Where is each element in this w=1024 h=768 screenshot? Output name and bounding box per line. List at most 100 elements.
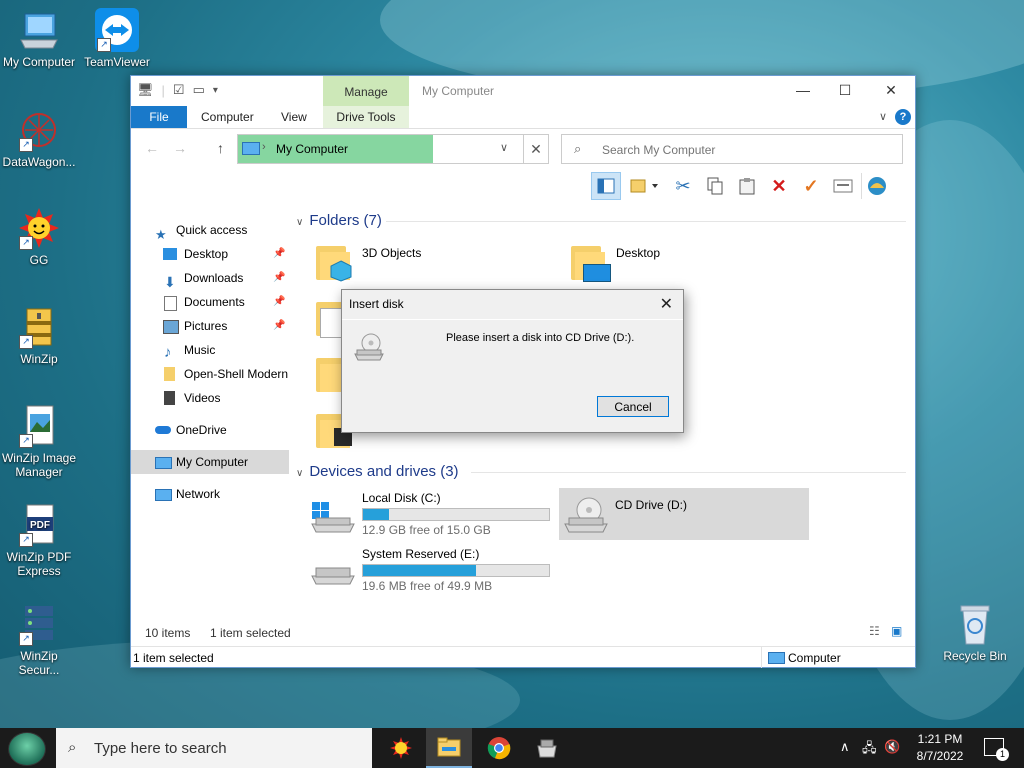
drive-item-cd-drive-d[interactable]: CD Drive (D:) [559,488,809,540]
details-view-icon[interactable]: ☷ [869,624,880,638]
chrome-icon [487,737,511,760]
chevron-right-icon[interactable]: › [262,141,266,153]
search-icon: ⌕ [68,739,77,756]
help-icon[interactable]: ? [895,109,911,125]
close-button[interactable]: ✕ [881,82,901,99]
folders-group-header[interactable]: ∨ Folders (7) [296,212,382,229]
delete-icon[interactable]: ✕ [765,173,793,199]
forward-arrow-icon[interactable]: → [173,140,187,156]
start-button[interactable] [8,732,46,766]
address-bar[interactable]: › My Computer ∨ ✕ [237,134,549,164]
cd-disc-icon [354,333,384,361]
nav-item-network[interactable]: Network [131,482,289,506]
properties-icon[interactable]: ☑ [173,82,185,98]
tab-drive-tools[interactable]: Drive Tools [323,106,409,128]
desktop-icon-gg[interactable]: ↗ GG [0,206,78,267]
tab-view[interactable]: View [281,106,307,128]
sun-smiley-icon: ↗ [17,206,61,250]
customize-chevron-icon[interactable]: ▾ [213,85,218,96]
desktop-icon-winzip-secure[interactable]: ↗ WinZip Secur... [0,602,78,677]
cancel-button[interactable]: Cancel [597,396,669,417]
search-icon: ⌕ [574,141,582,156]
show-hidden-icons-chevron-icon[interactable]: ∧ [840,739,850,755]
pin-icon: 📌 [273,320,286,331]
address-dropdown-icon[interactable]: ∨ [500,141,508,154]
drive-usage-bar [362,564,550,577]
nav-item-onedrive[interactable]: OneDrive [131,418,289,442]
drive-item-local-disk-c[interactable]: Local Disk (C:) 12.9 GB free of 15.0 GB [306,488,556,540]
network-tray-icon[interactable]: 🖧 [862,739,877,761]
notification-center-icon[interactable]: 1 [984,738,1009,761]
desktop-icon-my-computer[interactable]: My Computer [0,8,78,69]
desktop-icon-winzip-pdf-express[interactable]: PDF ↗ WinZip PDF Express [0,503,78,578]
shortcut-arrow-icon: ↗ [19,434,33,448]
address-clear-button[interactable]: ✕ [523,135,548,163]
nav-item-pictures[interactable]: Pictures 📌 [131,314,289,338]
taskbar-clock[interactable]: 1:21 PM 8/7/2022 [905,731,975,765]
ribbon-expand-icon[interactable]: ∨ [879,110,887,123]
network-graph-icon: ↗ [17,108,61,152]
pin-icon: 📌 [273,248,286,259]
dialog-message: Please insert a disk into CD Drive (D:). [446,332,635,344]
window-title: My Computer [422,84,495,98]
desktop-icon-winzip[interactable]: ↗ WinZip [0,305,78,366]
secure-server-icon: ↗ [17,602,61,646]
taskbar-app-package[interactable] [524,728,570,768]
new-folder-icon[interactable]: ▭ [193,82,205,98]
large-icons-view-icon[interactable]: ▣ [891,624,902,638]
nav-item-desktop[interactable]: Desktop 📌 [131,242,289,266]
minimize-button[interactable]: — [793,82,813,98]
film-icon [164,391,175,405]
drive-usage-fill [363,509,390,520]
nav-item-documents[interactable]: Documents 📌 [131,290,289,314]
paste-icon[interactable] [733,173,761,199]
taskbar-search-box[interactable]: ⌕ Type here to search [56,728,372,768]
properties-panel-icon[interactable] [829,173,857,199]
folder-icon [437,737,461,757]
taskbar-app-gg[interactable] [378,728,424,768]
desktop-icon-teamviewer[interactable]: ↗ TeamViewer [78,8,156,69]
selection-count: 1 item selected [210,626,291,640]
devices-group-header[interactable]: ∨ Devices and drives (3) [296,463,459,480]
cut-icon[interactable]: ✂ [669,173,697,199]
volume-muted-icon[interactable]: 🔇 [884,739,900,755]
views-icon[interactable] [625,173,665,199]
shortcut-arrow-icon: ↗ [19,138,33,152]
dialog-title: Insert disk [349,297,404,311]
maximize-button[interactable]: ☐ [835,82,855,99]
title-bar: 🖥 | ☑ ▭ ▾ Manage My Computer — ☐ ✕ [131,76,915,106]
search-box[interactable]: ⌕ [561,134,903,164]
hard-drive-icon [311,502,355,533]
nav-item-downloads[interactable]: ⬇ Downloads 📌 [131,266,289,290]
preview-pane-icon[interactable] [591,172,621,200]
copy-icon[interactable] [701,173,729,199]
recycle-bin-icon [953,602,997,646]
tab-computer[interactable]: Computer [201,106,254,128]
tab-file[interactable]: File [131,106,187,128]
nav-item-my-computer[interactable]: My Computer [131,450,289,474]
nav-item-open-shell-modern[interactable]: Open-Shell Modern [131,362,289,386]
computer-small-icon[interactable]: 🖥 [137,82,154,98]
back-arrow-icon[interactable]: ← [145,140,159,156]
nav-item-music[interactable]: ♪ Music [131,338,289,362]
package-icon [537,739,557,758]
search-input[interactable] [600,139,894,161]
dialog-close-button[interactable]: ✕ [660,294,673,314]
taskbar-app-file-explorer[interactable] [426,728,472,768]
computer-icon [155,457,172,469]
rename-check-icon[interactable]: ✓ [797,173,825,199]
desktop-icon-datawagon[interactable]: ↗ DataWagon... [0,108,78,169]
nav-item-quick-access[interactable]: ★ Quick access [131,218,289,242]
desktop-icon-winzip-image-manager[interactable]: ↗ WinZip Image Manager [0,404,78,479]
taskbar-app-chrome[interactable] [476,728,522,768]
navigation-pane: ★ Quick access Desktop 📌 ⬇ Downloads 📌 D… [131,216,291,616]
shell-icon[interactable] [861,173,892,199]
desktop-icon-recycle-bin[interactable]: Recycle Bin [936,602,1014,663]
chevron-down-icon: ∨ [296,217,304,228]
winzip-icon: ↗ [17,305,61,349]
manage-context-tab[interactable]: Manage [323,76,409,106]
nav-item-videos[interactable]: Videos [131,386,289,410]
image-file-icon: ↗ [17,404,61,448]
up-arrow-icon[interactable]: ↑ [217,140,224,156]
drive-item-system-reserved-e[interactable]: System Reserved (E:) 19.6 MB free of 49.… [306,544,556,596]
